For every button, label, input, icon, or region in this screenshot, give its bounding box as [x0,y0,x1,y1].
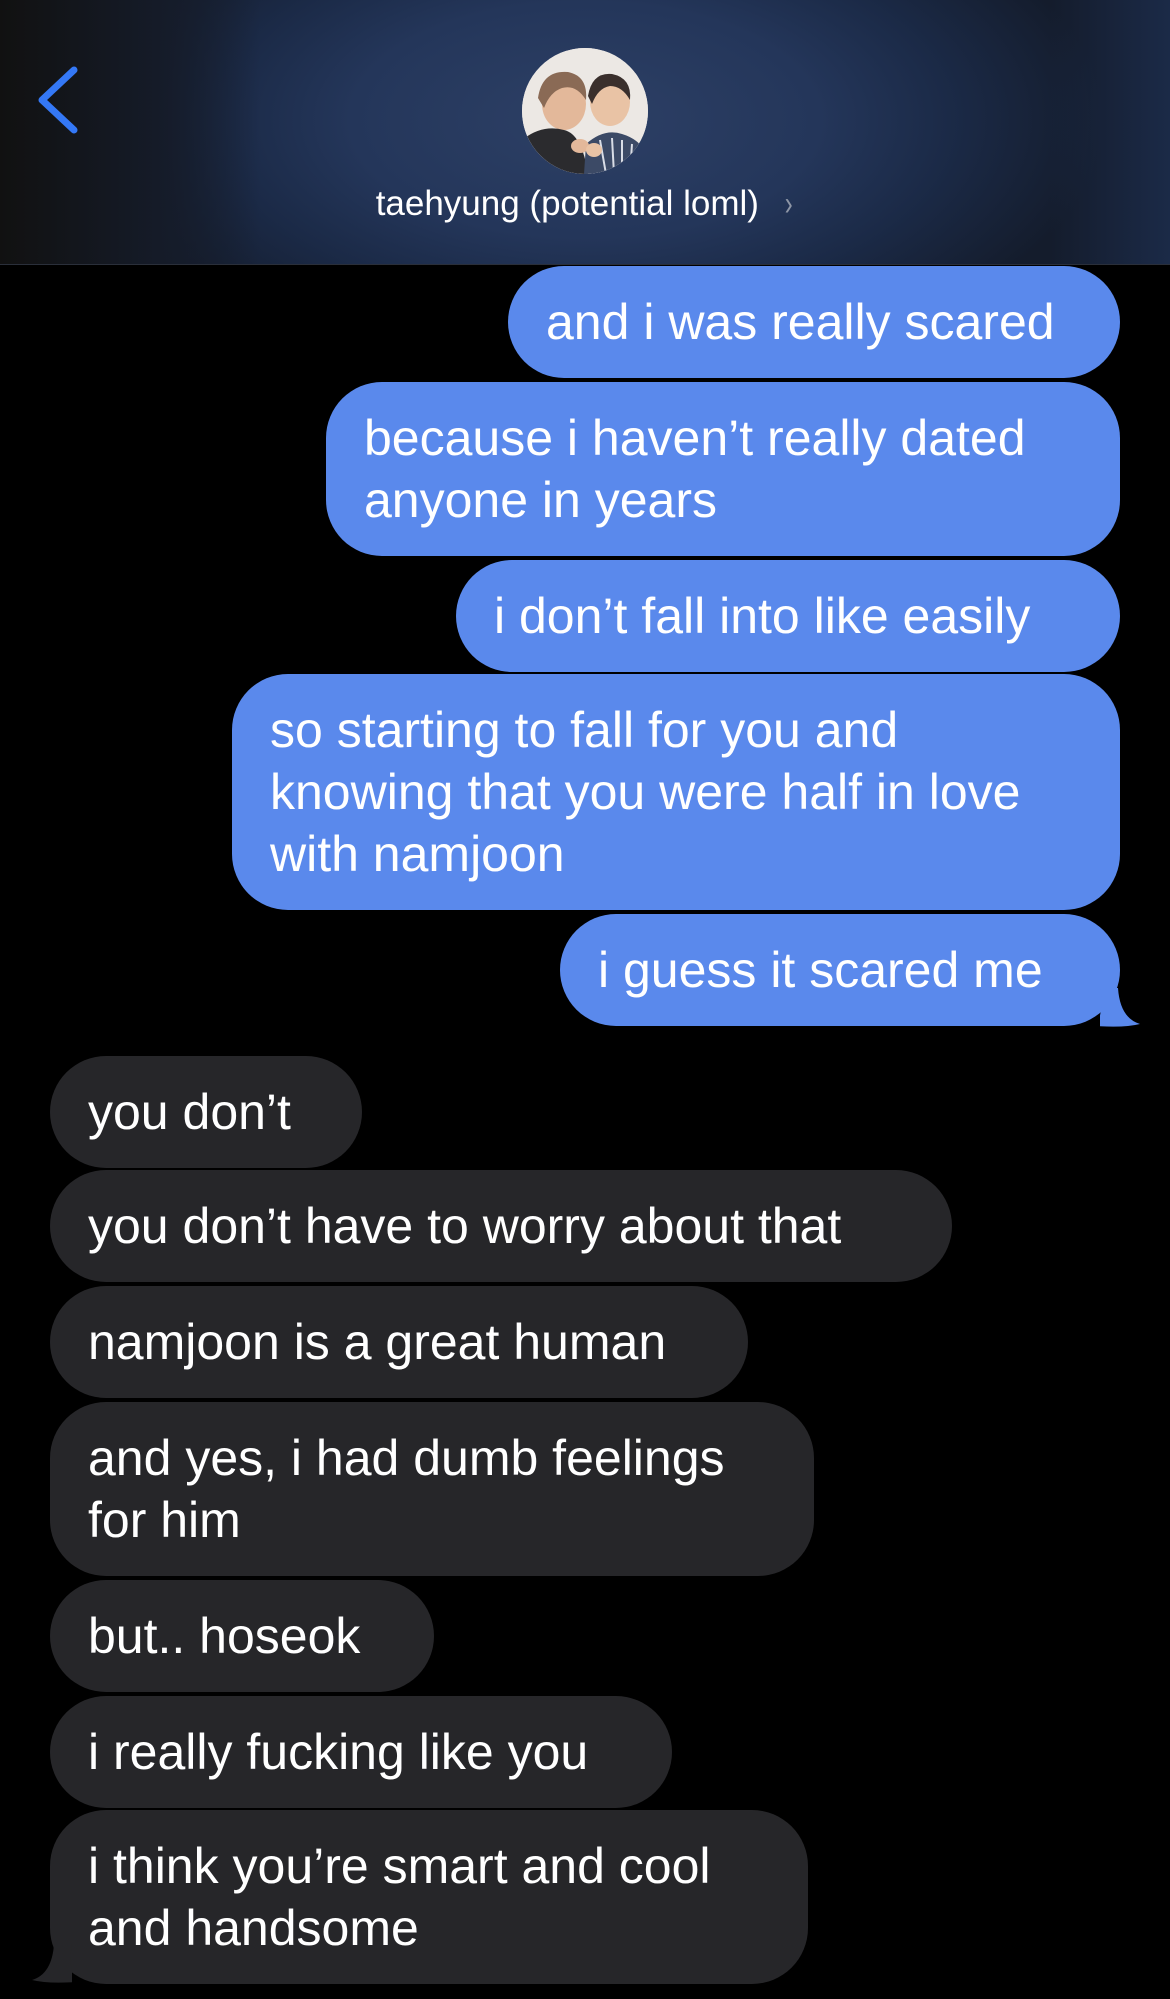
received-bubble-tail [32,1944,72,1983]
received-message[interactable]: i think you’re smart and cool and handso… [50,1810,808,1984]
received-message[interactable]: but.. hoseok [50,1580,434,1692]
avatar[interactable] [522,48,648,174]
sent-message[interactable]: and i was really scared [508,266,1120,378]
message-text: so starting to fall for you and knowing … [270,702,1021,882]
sent-message[interactable]: i don’t fall into like easily [456,560,1120,672]
sent-message[interactable]: i guess it scared me [560,914,1120,1026]
message-text: i really fucking like you [88,1724,589,1780]
message-text: i think you’re smart and cool and handso… [88,1838,711,1956]
back-button[interactable] [30,60,90,140]
sent-message[interactable]: so starting to fall for you and knowing … [232,674,1120,910]
sent-message[interactable]: because i haven’t really dated anyone in… [326,382,1120,556]
chevron-left-icon [38,66,78,134]
message-text: but.. hoseok [88,1608,361,1664]
contact-name-button[interactable]: taehyung (potential loml) › [0,184,1170,224]
message-text: you don’t have to worry about that [88,1198,842,1254]
message-text: and yes, i had dumb feelings for him [88,1430,725,1548]
messages-screen: taehyung (potential loml) › and i was rea… [0,0,1170,1999]
received-message[interactable]: you don’t [50,1056,362,1168]
contact-avatar-photo [522,48,648,174]
received-message[interactable]: and yes, i had dumb feelings for him [50,1402,814,1576]
message-text: you don’t [88,1084,291,1140]
received-message[interactable]: i really fucking like you [50,1696,672,1808]
message-text: and i was really scared [546,294,1055,350]
sent-bubble-tail [1100,988,1140,1027]
conversation-header: taehyung (potential loml) › [0,0,1170,265]
message-text: namjoon is a great human [88,1314,667,1370]
received-message[interactable]: namjoon is a great human [50,1286,748,1398]
contact-name: taehyung (potential loml) [375,184,759,223]
chevron-right-icon: › [784,185,793,223]
message-text: i don’t fall into like easily [494,588,1031,644]
message-text: because i haven’t really dated anyone in… [364,410,1026,528]
received-message[interactable]: you don’t have to worry about that [50,1170,952,1282]
message-text: i guess it scared me [598,942,1043,998]
